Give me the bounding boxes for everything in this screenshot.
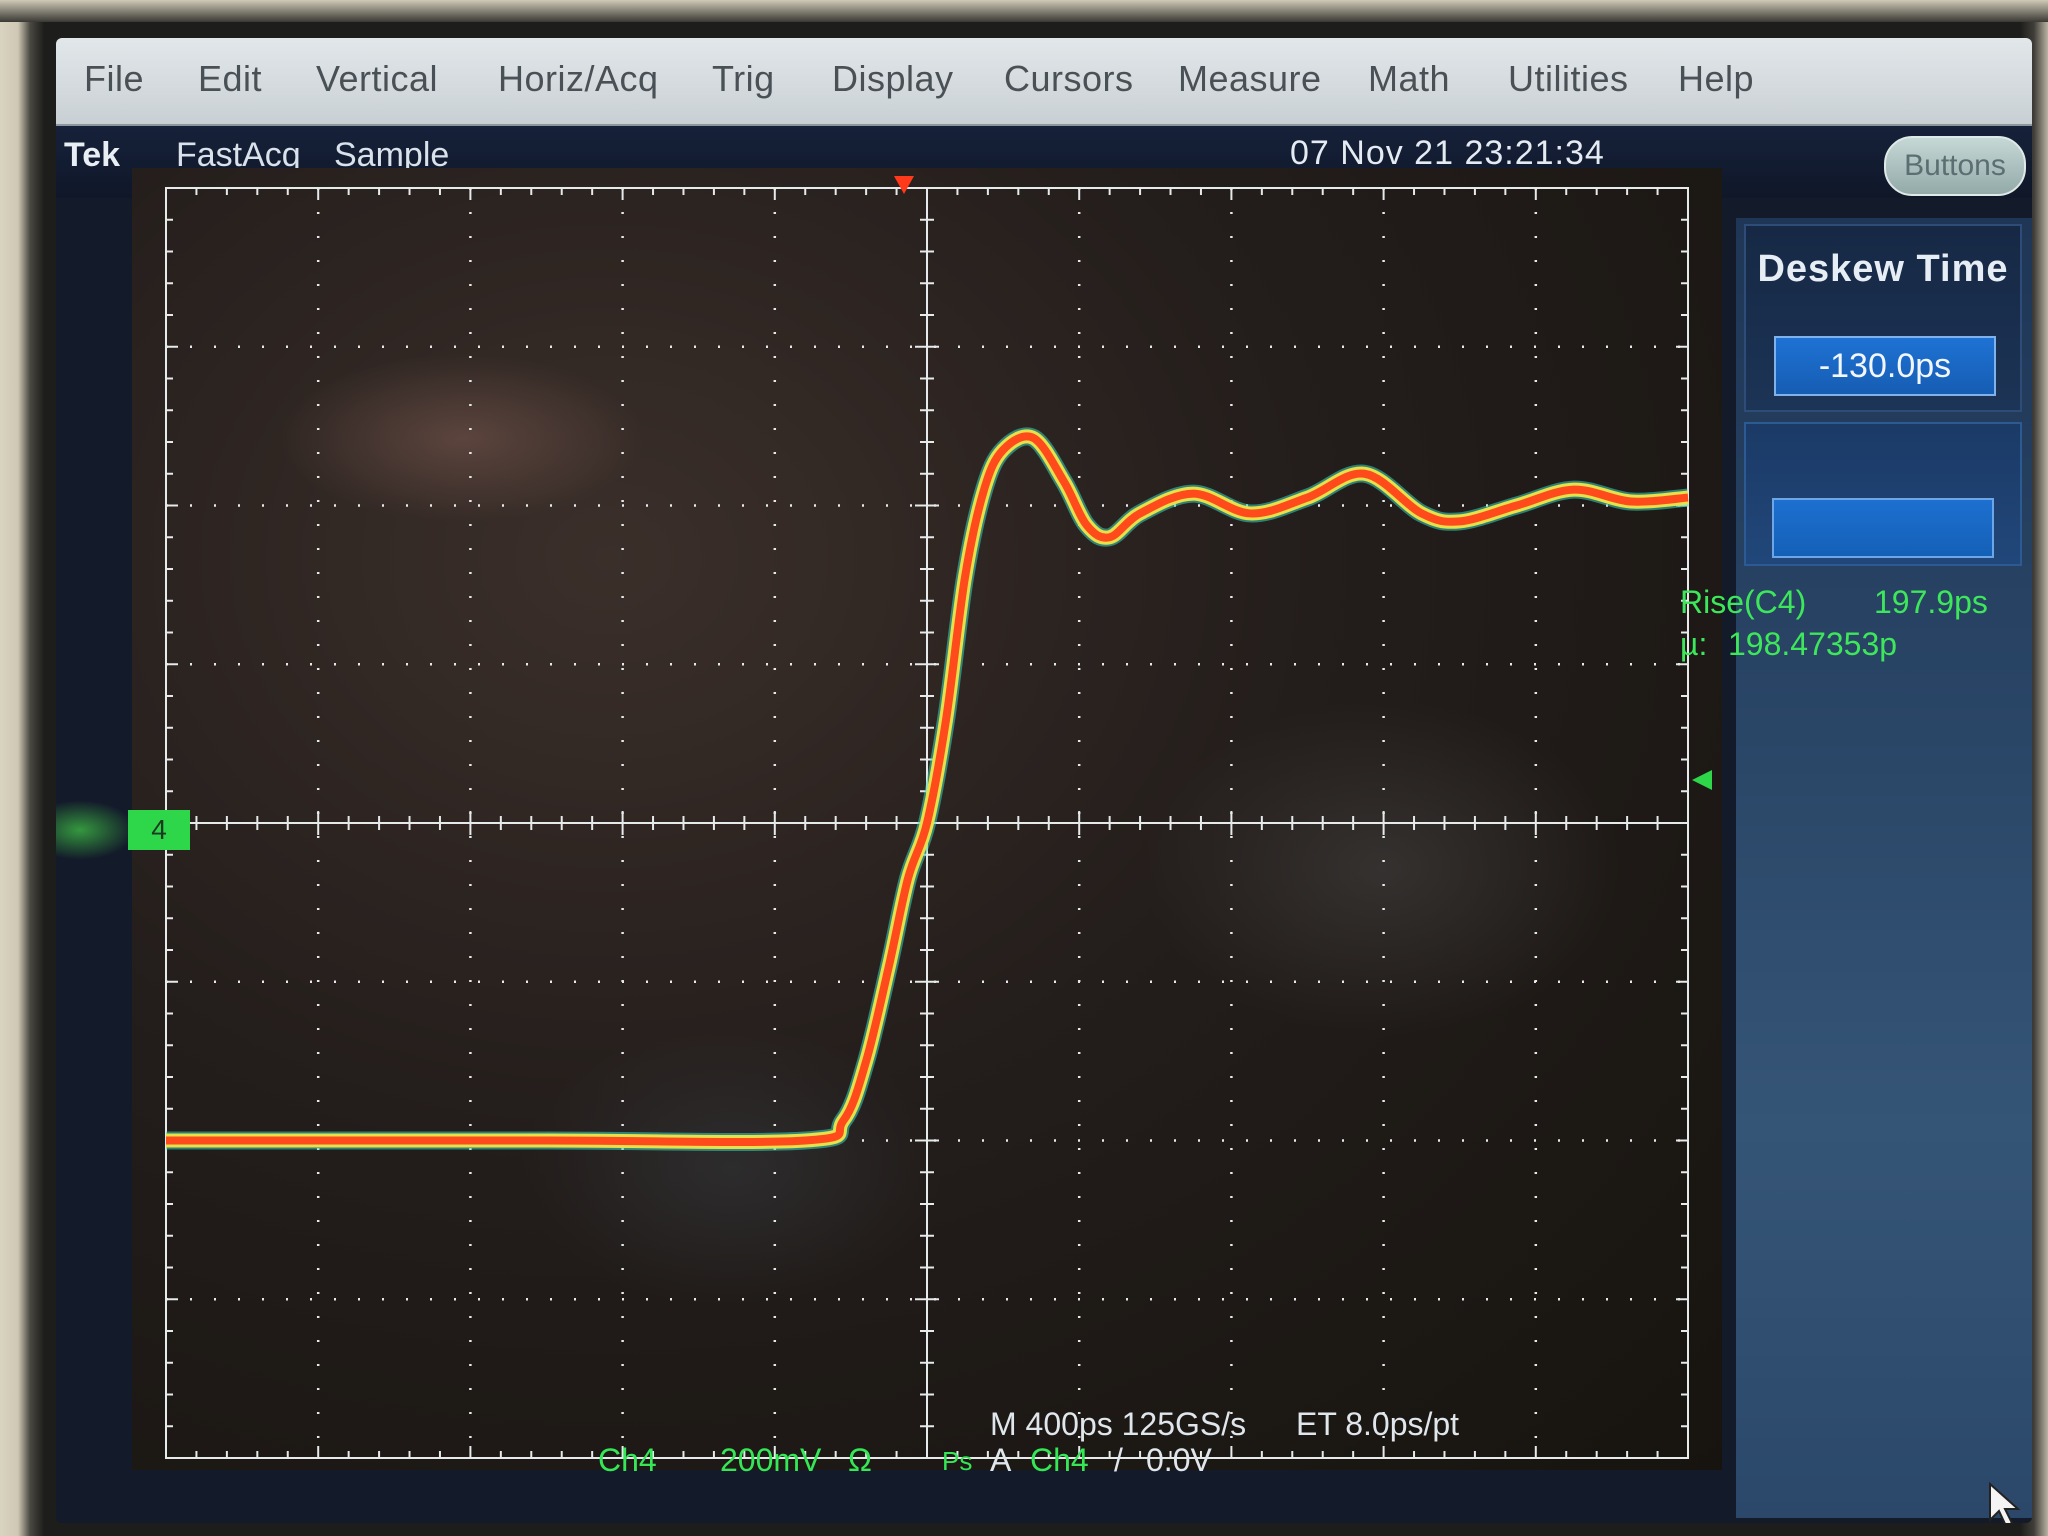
menu-bar: File Edit Vertical Horiz/Acq Trig Displa… bbox=[56, 38, 2032, 126]
graticule-svg bbox=[165, 176, 1712, 1459]
menu-trig[interactable]: Trig bbox=[712, 58, 775, 100]
side-panel bbox=[1736, 218, 2032, 1518]
menu-help[interactable]: Help bbox=[1678, 58, 1754, 100]
channel-marker-label: 4 bbox=[151, 814, 167, 845]
menu-vertical[interactable]: Vertical bbox=[316, 58, 438, 100]
trigger-level: 0.0V bbox=[1146, 1442, 1212, 1478]
menu-horiz-acq[interactable]: Horiz/Acq bbox=[498, 58, 659, 100]
timebase-readout: M 400ps 125GS/s bbox=[990, 1406, 1247, 1442]
trigger-level-marker bbox=[1692, 770, 1712, 790]
menu-utilities[interactable]: Utilities bbox=[1508, 58, 1629, 100]
rise-mean-label: µ: bbox=[1680, 626, 1708, 662]
menu-cursors[interactable]: Cursors bbox=[1004, 58, 1134, 100]
equivalent-time-readout: ET 8.0ps/pt bbox=[1296, 1406, 1460, 1442]
trigger-mode: A bbox=[990, 1442, 1012, 1478]
rise-measurement-value: 197.9ps bbox=[1874, 584, 1988, 620]
deskew-value-field[interactable]: -130.0ps bbox=[1774, 336, 1996, 396]
trigger-prefix: Ps bbox=[942, 1446, 973, 1476]
menu-file[interactable]: File bbox=[84, 58, 144, 100]
menu-math[interactable]: Math bbox=[1368, 58, 1450, 100]
ohm-icon: Ω bbox=[848, 1442, 872, 1478]
side-panel-value-field[interactable] bbox=[1772, 498, 1994, 558]
rise-mean-value: 198.47353p bbox=[1728, 626, 1898, 662]
oscilloscope-screen: File Edit Vertical Horiz/Acq Trig Displa… bbox=[56, 38, 2032, 1523]
channel-4-ground-marker[interactable]: 4 bbox=[128, 810, 190, 850]
deskew-time-panel: Deskew Time -130.0ps bbox=[1744, 224, 2022, 412]
menu-display[interactable]: Display bbox=[832, 58, 954, 100]
mouse-pointer-icon bbox=[1989, 1482, 2021, 1523]
waveform-display bbox=[132, 168, 1722, 1470]
channel-marker-glow bbox=[56, 800, 136, 860]
menu-edit[interactable]: Edit bbox=[198, 58, 262, 100]
menu-measure[interactable]: Measure bbox=[1178, 58, 1322, 100]
channel-scale-readout: 200mV bbox=[720, 1442, 822, 1478]
rise-measurement-label: Rise(C4) bbox=[1680, 584, 1807, 620]
side-panel-control bbox=[1744, 422, 2022, 566]
channel-name-readout: Ch4 bbox=[598, 1442, 657, 1478]
buttons-toggle-button[interactable]: Buttons bbox=[1884, 136, 2026, 196]
rising-edge-icon: / bbox=[1114, 1442, 1123, 1478]
trigger-source: Ch4 bbox=[1030, 1442, 1089, 1478]
monitor-bezel-top bbox=[0, 0, 2048, 22]
brand-label: Tek bbox=[64, 136, 121, 174]
deskew-title: Deskew Time bbox=[1757, 248, 2009, 290]
